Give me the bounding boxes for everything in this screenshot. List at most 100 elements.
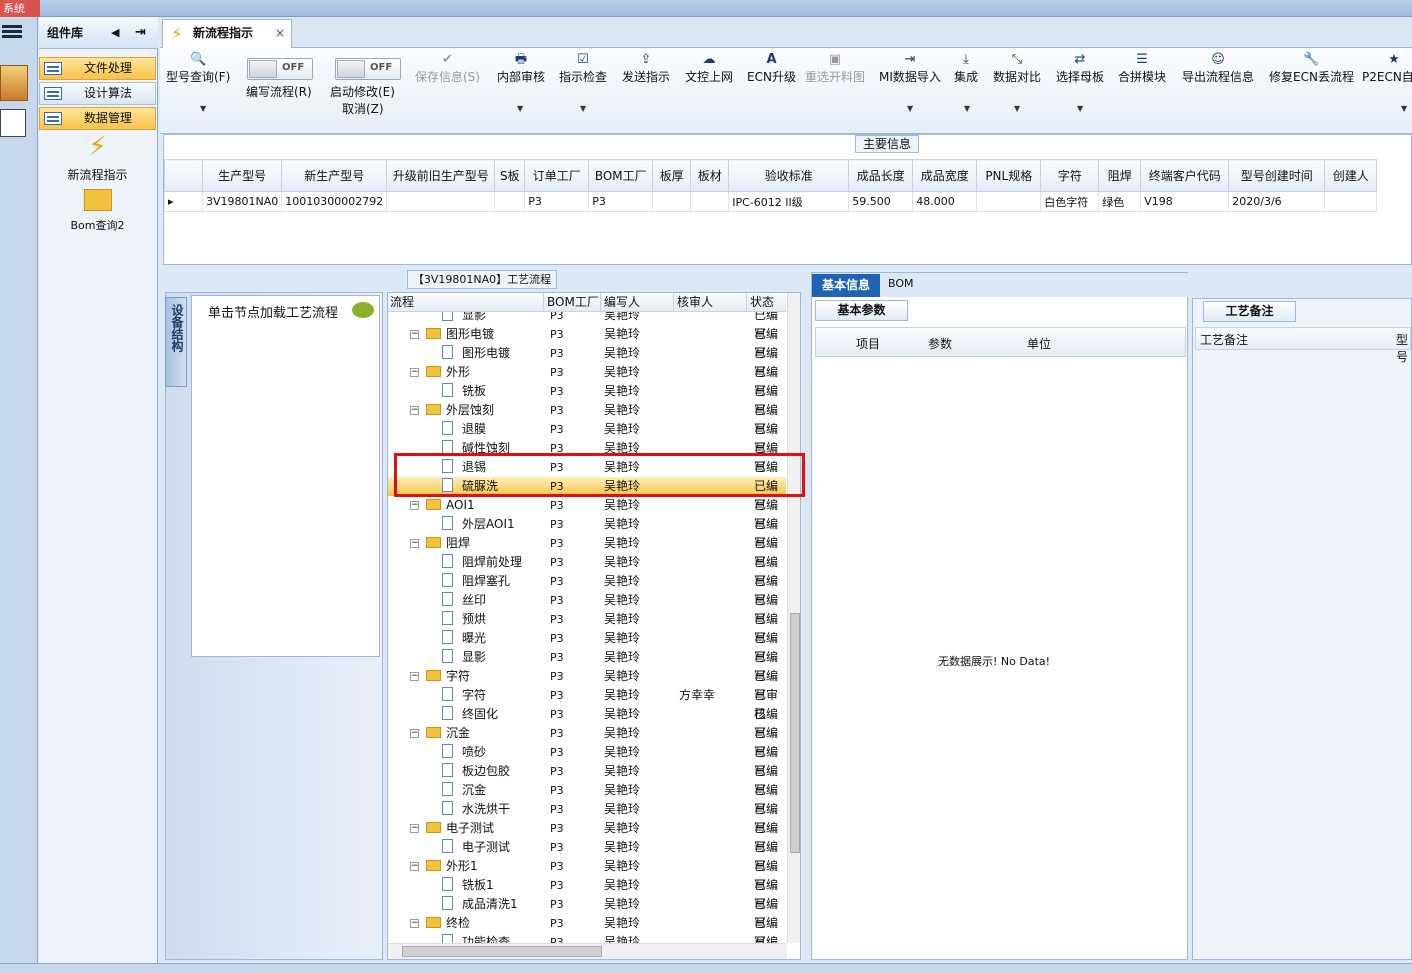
data-compare-button[interactable]: ⤡ 数据对比 xyxy=(993,52,1041,85)
column-header[interactable]: 成品长度 xyxy=(848,159,914,192)
table-row[interactable]: ▸ 3V19801NA0 10010300002792 P3 P3 IPC-6012 II… xyxy=(164,191,1378,212)
send-instruction-button[interactable]: ⇪ 发送指示 xyxy=(622,52,670,85)
column-header-bom-factory[interactable]: BOM工厂 xyxy=(545,293,601,312)
tree-row[interactable]: 显影 P3 吴艳玲 已编写 xyxy=(388,312,786,341)
column-header[interactable]: 板厚 xyxy=(652,159,692,192)
column-header[interactable]: 型号创建时间 xyxy=(1228,159,1326,192)
select-mother-board-button[interactable]: ⇄ 选择母板 xyxy=(1056,52,1104,85)
tree-row[interactable]: 沉金 P3 吴艳玲 已编写 xyxy=(388,781,786,816)
tree-row[interactable]: 丝印 P3 吴艳玲 已编写 xyxy=(388,591,786,626)
tree-row[interactable]: 退膜 P3 吴艳玲 已编写 xyxy=(388,420,786,455)
table-cell[interactable] xyxy=(690,191,730,212)
column-header[interactable]: 字符 xyxy=(1040,159,1100,192)
collapse-left-icon[interactable]: ◀ xyxy=(111,17,119,49)
start-modify-toggle[interactable]: OFF xyxy=(335,58,401,80)
tree-row[interactable]: − 沉金 P3 吴艳玲 已编写 xyxy=(388,724,786,759)
table-cell[interactable]: IPC-6012 II级 xyxy=(728,191,850,212)
ecn-upgrade-button[interactable]: A ECN升级 xyxy=(747,52,796,85)
basic-params-title[interactable]: 基本参数 xyxy=(815,300,908,321)
table-cell[interactable] xyxy=(976,191,1042,212)
system-menu-tab[interactable]: 系统 xyxy=(0,0,40,17)
repair-ecn-process-button[interactable]: 🔧 修复ECN丢流程 xyxy=(1269,52,1354,85)
reselect-cutting-diagram-button[interactable]: ▣ 重选开料图 xyxy=(805,52,865,85)
tab-new-process[interactable]: ⚡ 新流程指示 × xyxy=(162,19,292,48)
tree-row[interactable]: 功能检查 P3 吴艳玲 已编写 xyxy=(388,933,786,943)
tree-row[interactable]: − 外形1 P3 吴艳玲 已编写 xyxy=(388,857,786,892)
chevron-down-icon[interactable]: ▼ xyxy=(580,104,586,113)
export-process-info-button[interactable]: ☺ 导出流程信息 xyxy=(1182,52,1254,85)
nav-item[interactable]: 文件处理 xyxy=(39,57,156,80)
column-header[interactable]: 生产型号 xyxy=(201,159,283,192)
column-header-status[interactable]: 状态 xyxy=(748,293,786,312)
pin-panel-icon[interactable]: ⇥ xyxy=(135,17,146,49)
table-cell[interactable]: P3 xyxy=(524,191,590,212)
collapse-toggle-icon[interactable]: − xyxy=(410,539,419,548)
table-cell[interactable]: 3V19801NA0 xyxy=(201,191,283,212)
column-header[interactable]: 升级前旧生产型号 xyxy=(386,159,496,192)
row-selector[interactable]: ▸ xyxy=(164,191,203,212)
column-header[interactable]: 板材 xyxy=(690,159,730,192)
table-cell[interactable]: V198 xyxy=(1140,191,1230,212)
column-header[interactable]: S板 xyxy=(494,159,526,192)
scroll-thumb[interactable] xyxy=(402,946,602,957)
column-header[interactable]: 终端客户代码 xyxy=(1140,159,1230,192)
tree-row[interactable]: 铣板1 P3 吴艳玲 已编写 xyxy=(388,876,786,911)
equipment-tree[interactable]: 单击节点加载工艺流程 xyxy=(191,295,380,657)
collapse-toggle-icon[interactable]: − xyxy=(410,368,419,377)
tool-new-process[interactable]: ⚡ 新流程指示 xyxy=(39,132,156,183)
mi-data-import-button[interactable]: ⇥ MI数据导入 xyxy=(879,52,941,85)
p2ecn-auto-button[interactable]: ★ P2ECN自动 xyxy=(1362,52,1412,85)
process-tree-grid[interactable]: 流程 BOM工厂 编写人 核审人 状态 显影 P3 吴艳玲 已编写 − 图形电镀 P3 吴艳玲… xyxy=(387,292,801,960)
vertical-scrollbar[interactable] xyxy=(787,293,800,943)
tree-row[interactable]: − 外层蚀刻 P3 吴艳玲 已编写 xyxy=(388,401,786,436)
chevron-down-icon[interactable]: ▼ xyxy=(517,104,523,113)
table-cell[interactable]: 10010300002792 xyxy=(281,191,388,212)
tree-row[interactable]: 电子测试 P3 吴艳玲 已编写 xyxy=(388,838,786,873)
write-process-toggle[interactable]: OFF xyxy=(247,58,313,80)
tree-row[interactable]: − 终检 P3 吴艳玲 已编写 xyxy=(388,914,786,943)
chevron-down-icon[interactable]: ▼ xyxy=(1401,104,1407,113)
column-header[interactable]: 阻焊 xyxy=(1098,159,1142,192)
table-cell[interactable] xyxy=(494,191,526,212)
equipment-structure-tab[interactable]: 设备结构 xyxy=(165,297,187,387)
query-model-button[interactable]: 🔍 型号查询(F) xyxy=(166,52,230,85)
collapse-toggle-icon[interactable]: − xyxy=(410,672,419,681)
column-header-model[interactable]: 型号 xyxy=(1396,331,1410,365)
chevron-down-icon[interactable]: ▼ xyxy=(200,104,206,113)
collapse-toggle-icon[interactable]: − xyxy=(410,406,419,415)
tree-row[interactable]: 水洗烘干 P3 吴艳玲 已编写 xyxy=(388,800,786,835)
table-cell[interactable]: 48.000 xyxy=(912,191,978,212)
merge-module-button[interactable]: ☰ 合拼模块 xyxy=(1118,52,1166,85)
tab-basic-info[interactable]: 基本信息 xyxy=(812,274,880,297)
calculator-icon[interactable] xyxy=(0,109,26,137)
check-instruction-button[interactable]: ☑ 指示检查 xyxy=(559,52,607,85)
close-tab-icon[interactable]: × xyxy=(275,20,285,47)
tree-row[interactable]: − 字符 P3 吴艳玲 已编写 xyxy=(388,667,786,702)
tree-row[interactable]: 喷砂 P3 吴艳玲 已编写 xyxy=(388,743,786,778)
column-header-unit[interactable]: 单位 xyxy=(1027,335,1051,352)
collapse-toggle-icon[interactable]: − xyxy=(410,501,419,510)
tree-row[interactable]: − 电子测试 P3 吴艳玲 已编写 xyxy=(388,819,786,854)
tree-row[interactable]: 预烘 P3 吴艳玲 已编写 xyxy=(388,610,786,645)
internal-review-button[interactable]: 🖶 内部审核 xyxy=(497,52,545,85)
tree-row[interactable]: 曝光 P3 吴艳玲 已编写 xyxy=(388,629,786,664)
table-cell[interactable]: 白色字符 xyxy=(1040,191,1100,212)
collapse-toggle-icon[interactable]: − xyxy=(410,862,419,871)
tree-row[interactable]: 阻焊前处理 P3 吴艳玲 已编写 xyxy=(388,553,786,588)
table-cell[interactable]: 59.500 xyxy=(848,191,914,212)
column-header-process[interactable]: 流程 xyxy=(388,293,544,312)
table-cell[interactable] xyxy=(1324,191,1378,212)
tree-row[interactable]: − AOI1 P3 吴艳玲 已编写 xyxy=(388,496,786,531)
tree-row[interactable]: − 外形 P3 吴艳玲 已编写 xyxy=(388,363,786,398)
hamburger-menu-icon[interactable] xyxy=(2,23,22,41)
tree-row[interactable]: 板边包胶 P3 吴艳玲 已编写 xyxy=(388,762,786,797)
save-info-button[interactable]: ✔ 保存信息(S) xyxy=(415,52,480,85)
integrate-button[interactable]: ⤓ 集成 xyxy=(954,52,978,85)
column-header[interactable]: BOM工厂 xyxy=(588,159,654,192)
chevron-down-icon[interactable]: ▼ xyxy=(907,104,913,113)
collapse-toggle-icon[interactable]: − xyxy=(410,330,419,339)
scroll-thumb[interactable] xyxy=(790,613,800,853)
remarks-title[interactable]: 工艺备注 xyxy=(1203,301,1296,322)
tool-bom-query[interactable]: Bom查询2 xyxy=(39,189,156,233)
nav-item[interactable]: 数据管理 xyxy=(39,107,156,130)
